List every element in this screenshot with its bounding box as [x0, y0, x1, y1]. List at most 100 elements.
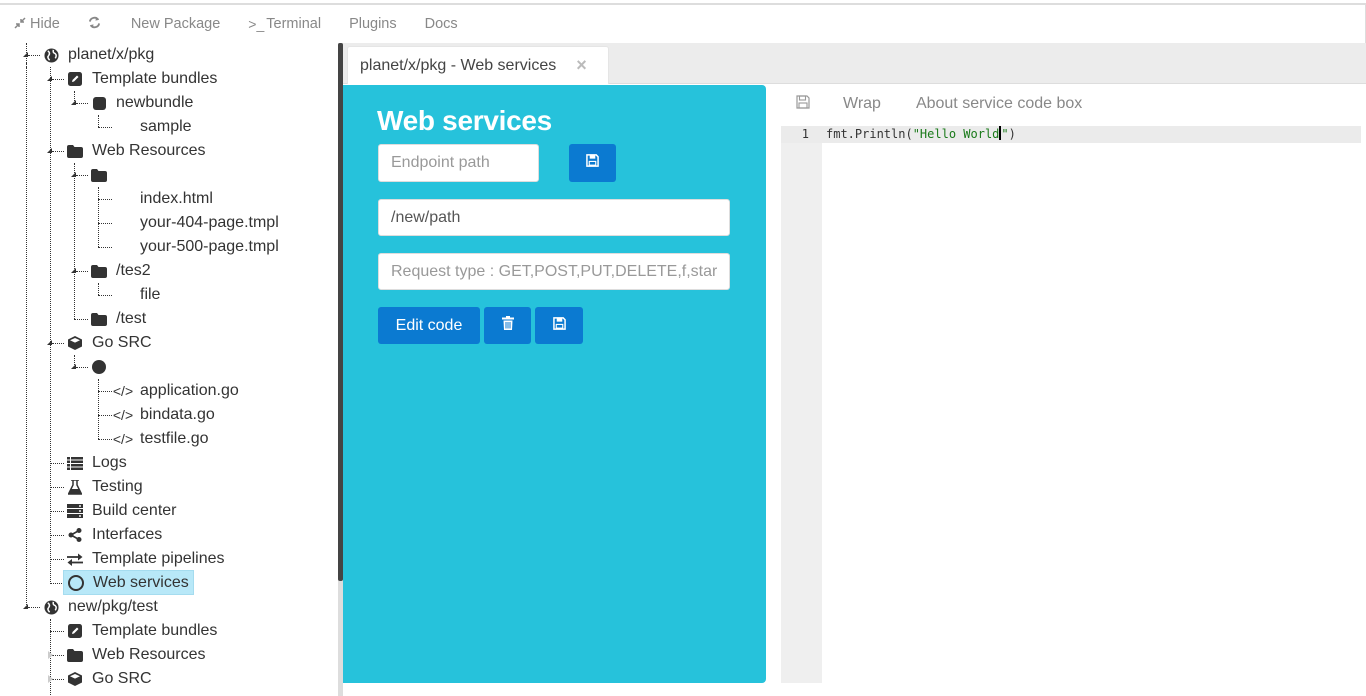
- tree-node-label: your-500-page.tmpl: [140, 238, 279, 255]
- path-input[interactable]: [378, 199, 730, 236]
- tree-node-build-center[interactable]: Build center: [66, 499, 179, 523]
- delete-button[interactable]: [484, 307, 531, 344]
- square-icon: [90, 94, 108, 112]
- tree-node-web-resources[interactable]: Web Resources: [66, 139, 208, 163]
- tree-node-label: application.go: [140, 382, 239, 399]
- edit-code-label: Edit code: [395, 316, 463, 334]
- tree-node-test[interactable]: /test: [90, 307, 148, 331]
- save-endpoint-button[interactable]: [569, 144, 616, 182]
- tree-node-label: Template bundles: [92, 622, 218, 639]
- tree-node-template-bundles[interactable]: Template bundles: [66, 67, 219, 91]
- tree-line: [98, 283, 99, 295]
- tree-line: [50, 631, 64, 632]
- tree-node-testfile-go[interactable]: </> testfile.go: [113, 427, 210, 451]
- cube-icon: [66, 334, 84, 352]
- terminal-button[interactable]: >_ Terminal: [248, 16, 321, 32]
- tree-node-label: Logs: [92, 454, 127, 471]
- expand-toggle-root-folder[interactable]: [71, 172, 76, 177]
- file-icon: [114, 238, 132, 256]
- edit-code-button[interactable]: Edit code: [378, 307, 480, 344]
- code-token: ): [1008, 127, 1016, 141]
- tree-node-go-src[interactable]: Go SRC: [66, 331, 154, 355]
- plugins-button[interactable]: Plugins: [349, 16, 397, 32]
- about-service-code-box-link[interactable]: About service code box: [916, 95, 1082, 113]
- tree-line: [74, 319, 88, 320]
- tree-line: [50, 463, 64, 464]
- refresh-button[interactable]: [88, 16, 105, 32]
- save-icon: [586, 154, 599, 172]
- endpoint-path-input[interactable]: [378, 144, 539, 182]
- tree-node-pkg1[interactable]: planet/x/pkg: [42, 43, 156, 67]
- expand-toggle-pkg2-web-resources[interactable]: [48, 651, 53, 659]
- new-package-label: New Package: [130, 16, 221, 32]
- tree-node-404-page[interactable]: your-404-page.tmpl: [114, 211, 281, 235]
- close-icon[interactable]: ×: [576, 55, 587, 76]
- tree-line: [28, 55, 40, 56]
- web-services-panel: Web services Edit code: [343, 85, 766, 683]
- tab-web-services[interactable]: planet/x/pkg - Web services ×: [347, 46, 609, 84]
- tree-line: [52, 655, 64, 656]
- editor-save-button[interactable]: [796, 94, 810, 114]
- expand-toggle-pkg1[interactable]: [23, 52, 28, 57]
- expand-toggle-tes2[interactable]: [71, 268, 76, 273]
- folder-icon: [90, 310, 108, 328]
- tree-node-logs[interactable]: Logs: [66, 451, 129, 475]
- tree-node-newbundle[interactable]: newbundle: [90, 91, 195, 115]
- tree-node-go-root[interactable]: [90, 355, 118, 379]
- tree-node-file[interactable]: file: [114, 283, 162, 307]
- tree-line: [98, 223, 112, 224]
- globe-icon: [42, 598, 60, 616]
- tree-node-label: bindata.go: [140, 406, 215, 423]
- expand-toggle-go-src[interactable]: [47, 340, 52, 345]
- tree-node-label: testfile.go: [140, 430, 209, 447]
- tree-node-index-html[interactable]: index.html: [114, 187, 215, 211]
- docs-button[interactable]: Docs: [425, 16, 458, 32]
- tree-line: [50, 511, 64, 512]
- tree-node-pkg2[interactable]: new/pkg/test: [42, 595, 160, 619]
- expand-toggle-pkg2[interactable]: [23, 604, 28, 609]
- tree-node-pkg2-template-bundles[interactable]: Template bundles: [66, 619, 219, 643]
- tree-node-web-services[interactable]: Web services: [63, 570, 194, 595]
- request-type-input[interactable]: [378, 253, 730, 290]
- tree-line: [98, 127, 112, 128]
- new-package-button[interactable]: New Package: [131, 16, 220, 32]
- expand-toggle-pkg2-go-src[interactable]: [48, 675, 53, 683]
- wrap-button[interactable]: Wrap: [843, 95, 881, 113]
- tree-line: [52, 151, 64, 152]
- expand-toggle-newbundle[interactable]: [71, 100, 76, 105]
- tree-node-testing[interactable]: Testing: [66, 475, 145, 499]
- tree-line: [98, 199, 112, 200]
- tree-node-sample[interactable]: sample: [114, 115, 194, 139]
- tree-node-500-page[interactable]: your-500-page.tmpl: [114, 235, 281, 259]
- expand-toggle-template-bundles[interactable]: [47, 76, 52, 81]
- tab-title: planet/x/pkg - Web services: [360, 56, 557, 74]
- expand-toggle-go-root[interactable]: [71, 364, 76, 369]
- code-string: "Hello World: [912, 127, 1000, 141]
- tree-node-root-folder[interactable]: [90, 163, 118, 187]
- hide-button[interactable]: Hide: [14, 16, 60, 32]
- exchange-icon: [66, 550, 84, 568]
- expand-toggle-web-resources[interactable]: [47, 148, 52, 153]
- tree-node-interfaces[interactable]: Interfaces: [66, 523, 164, 547]
- tree-line: [52, 79, 64, 80]
- tree-node-tes2[interactable]: /tes2: [90, 259, 153, 283]
- tree-line: [26, 67, 27, 607]
- tree-node-template-pipelines[interactable]: Template pipelines: [66, 547, 227, 571]
- tree-line: [50, 67, 51, 582]
- tree-node-bindata-go[interactable]: </> bindata.go: [113, 403, 217, 427]
- tree-node-label: file: [140, 286, 161, 303]
- tree-line: [76, 367, 88, 368]
- tree-node-label: new/pkg/test: [68, 598, 158, 615]
- edit-icon: [66, 70, 84, 88]
- tree-node-label: Template pipelines: [92, 550, 225, 567]
- tree-line: [50, 559, 64, 560]
- save-service-button[interactable]: [535, 307, 583, 344]
- code-icon: </>: [112, 383, 134, 399]
- tree-node-pkg2-go-src[interactable]: Go SRC: [66, 667, 154, 691]
- code-editor-line[interactable]: fmt.Println("Hello World "): [826, 126, 1016, 143]
- tree-line: [28, 607, 40, 608]
- tree-node-pkg2-web-resources[interactable]: Web Resources: [66, 643, 208, 667]
- tree-line: [50, 535, 64, 536]
- tree-line: [98, 115, 99, 127]
- tree-node-application-go[interactable]: </> application.go: [112, 379, 241, 403]
